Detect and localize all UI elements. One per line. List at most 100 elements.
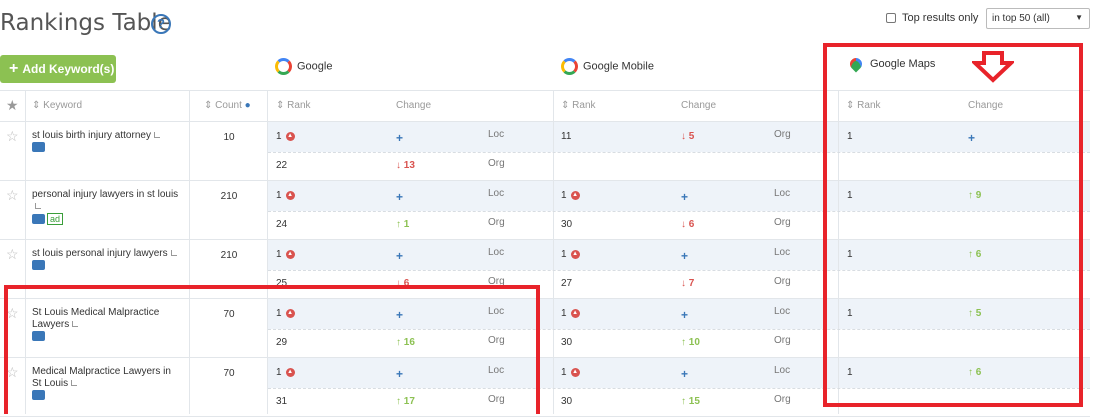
result-type-tag: Loc: [488, 188, 505, 199]
count-cell: 10: [223, 132, 235, 143]
rank-cell: 11: [561, 131, 572, 142]
result-type-tag: Loc: [774, 306, 791, 317]
range-select-value: in top 50 (all): [992, 13, 1050, 24]
rank-cell: 1 ▲: [276, 190, 295, 201]
rank-cell: 27: [561, 278, 573, 289]
arrow-down-icon: ↓: [681, 131, 689, 142]
local-badge-icon: ▲: [570, 308, 580, 318]
change-cell: ↓ 6: [681, 219, 695, 230]
rank-cell: 30: [561, 396, 573, 407]
google-rank-header[interactable]: ⇕ Rank: [276, 100, 311, 111]
result-type-tag: Loc: [488, 129, 505, 140]
arrow-up-icon: ↑: [681, 396, 689, 407]
result-type-tag: Loc: [774, 188, 791, 199]
local-badge-icon: ▲: [285, 131, 295, 141]
local-pack-icon: [32, 214, 45, 224]
rank-cell: 30: [561, 219, 573, 230]
change-cell: +: [396, 190, 404, 204]
keyword-cell[interactable]: st louis personal injury lawyers: [32, 248, 182, 272]
page-title: Rankings Table: [0, 10, 172, 36]
local-badge-icon: ▲: [570, 190, 580, 200]
change-cell: ↓ 7: [681, 278, 695, 289]
arrow-down-icon: ↓: [681, 219, 689, 230]
question-circle-icon[interactable]: ?: [151, 14, 171, 34]
rank-cell: 30: [561, 337, 573, 348]
result-type-tag: Loc: [774, 365, 791, 376]
change-cell: +: [681, 308, 689, 322]
keyword-text: st louis personal injury lawyers: [32, 248, 168, 259]
mobile-change-header[interactable]: Change: [681, 100, 716, 111]
local-badge-icon: ▲: [285, 249, 295, 259]
row-band: [268, 240, 553, 270]
engine-google-mobile: Google Mobile: [561, 58, 654, 75]
count-column-header[interactable]: ⇕ Count ●: [204, 100, 251, 111]
local-badge-icon: ▲: [285, 190, 295, 200]
result-type-tag: Loc: [774, 247, 791, 258]
top-results-label: Top results only: [902, 12, 979, 24]
row-band: [554, 122, 838, 152]
arrow-down-icon: ↓: [681, 278, 689, 289]
bar-chart-icon[interactable]: [170, 250, 177, 256]
change-cell: +: [681, 367, 689, 381]
star-icon[interactable]: ☆: [6, 128, 19, 145]
local-pack-icon: [32, 142, 45, 153]
local-badge-icon: ▲: [570, 249, 580, 259]
change-cell: ↑ 15: [681, 396, 700, 407]
change-cell: +: [681, 249, 689, 263]
row-band: [554, 299, 838, 329]
result-type-tag: Org: [774, 217, 791, 228]
change-cell: +: [396, 249, 404, 263]
rank-cell: 22: [276, 160, 288, 171]
top-results-checkbox[interactable]: [886, 13, 896, 23]
ad-badge: ad: [47, 213, 64, 225]
result-type-tag: Org: [774, 335, 791, 346]
bar-chart-icon[interactable]: [35, 203, 41, 209]
range-select[interactable]: in top 50 (all) ▼: [986, 8, 1090, 29]
change-cell: ↓ 5: [681, 131, 695, 142]
change-cell: ↑ 1: [396, 219, 410, 230]
arrow-up-icon: ↑: [681, 337, 689, 348]
star-icon[interactable]: ☆: [6, 246, 19, 263]
annotation-box-keywords: [4, 285, 540, 414]
result-type-tag: Org: [488, 158, 505, 169]
row-band: [554, 358, 838, 388]
star-icon[interactable]: ★: [6, 97, 19, 114]
change-cell: +: [396, 131, 404, 145]
rank-cell: 1 ▲: [561, 367, 580, 378]
plus-icon: +: [9, 60, 19, 77]
google-logo-icon: [275, 58, 292, 75]
google-change-header[interactable]: Change: [396, 100, 431, 111]
rank-cell: 1 ▲: [276, 131, 295, 142]
count-cell: 210: [220, 250, 238, 261]
change-cell: +: [681, 190, 689, 204]
local-pack-icon: [32, 260, 45, 271]
arrow-up-icon: ↑: [396, 219, 404, 230]
bar-chart-icon[interactable]: [153, 132, 160, 138]
mobile-rank-header[interactable]: ⇕ Rank: [561, 100, 596, 111]
rank-cell: 24: [276, 219, 288, 230]
keyword-column-header[interactable]: ⇕ Keyword: [32, 100, 82, 111]
caret-down-icon: ▼: [1075, 13, 1083, 22]
count-cell: 210: [220, 191, 238, 202]
star-icon[interactable]: ☆: [6, 187, 19, 204]
row-band: [268, 181, 553, 211]
engine-google: Google: [275, 58, 332, 75]
info-icon: ●: [244, 100, 251, 111]
add-keyword-button[interactable]: + Add Keyword(s): [0, 55, 116, 83]
keyword-cell[interactable]: st louis birth injury attorney: [32, 130, 182, 154]
google-logo-icon: [561, 58, 578, 75]
arrow-down-icon: ↓: [396, 160, 404, 171]
keyword-cell[interactable]: personal injury lawyers in st louis ad: [32, 189, 182, 226]
keyword-text: st louis birth injury attorney: [32, 130, 151, 141]
result-type-tag: Org: [774, 129, 791, 140]
row-band: [554, 240, 838, 270]
result-type-tag: Org: [774, 276, 791, 287]
change-cell: ↑ 10: [681, 337, 700, 348]
result-type-tag: Org: [774, 394, 791, 405]
row-band: [554, 181, 838, 211]
keyword-text: personal injury lawyers in st louis: [32, 189, 179, 200]
result-type-tag: Org: [488, 217, 505, 228]
add-keyword-label: Add Keyword(s): [22, 62, 115, 76]
row-band: [268, 122, 553, 152]
change-cell: ↓ 13: [396, 160, 415, 171]
